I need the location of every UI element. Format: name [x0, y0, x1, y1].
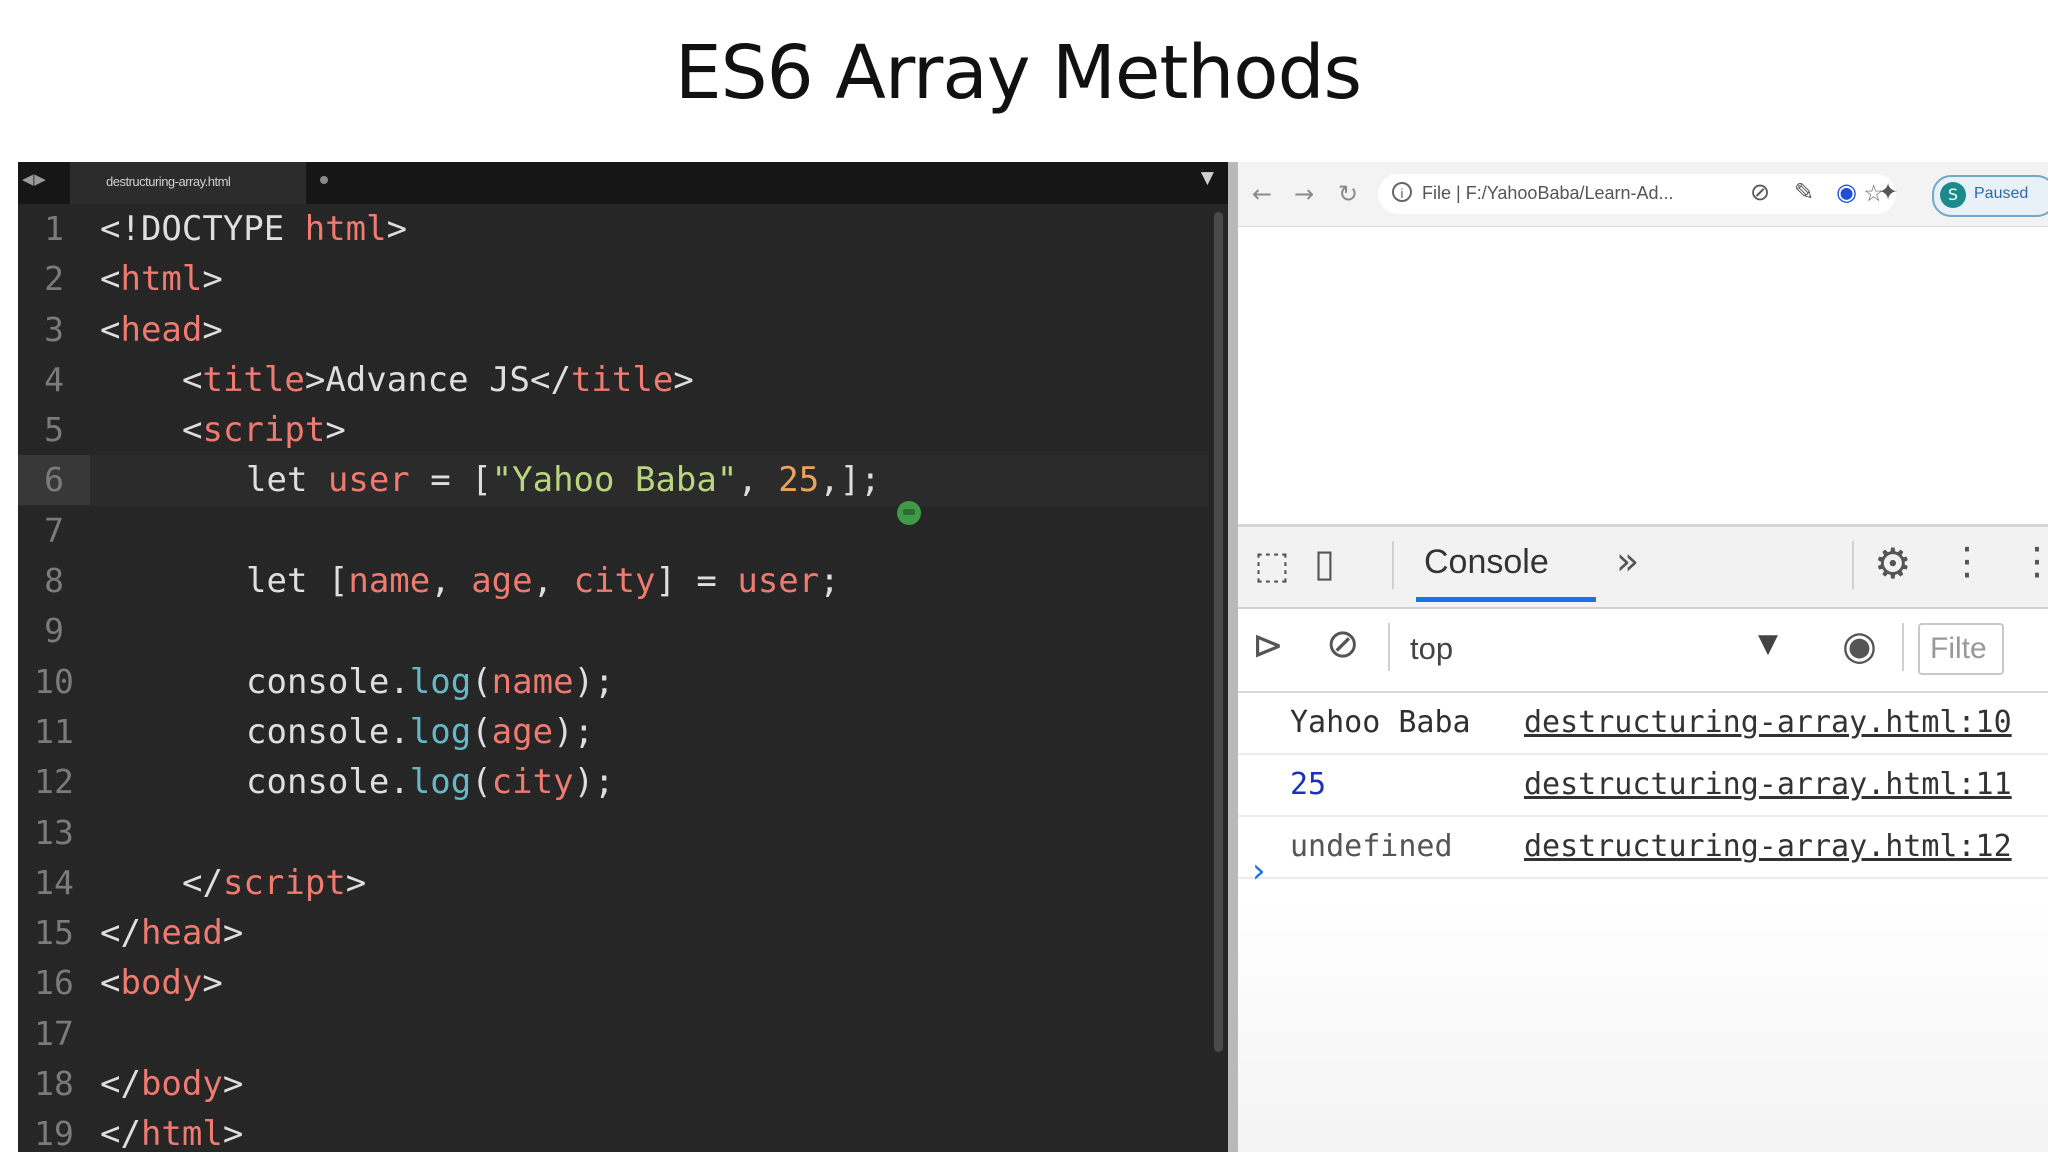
- browser-toolbar: ← → ↻ i File | F:/YahooBaba/Learn-Ad... …: [1238, 162, 2048, 227]
- editor-tab[interactable]: destructuring-array.html: [70, 162, 328, 204]
- line-number: 8: [44, 561, 64, 601]
- extension-icon[interactable]: ⊘: [1750, 178, 1770, 206]
- code-line: 4 <title>Advance JS</title>: [18, 355, 1208, 405]
- code-line: 11 console.log(age);: [18, 707, 1208, 757]
- code-line: 19 </html>: [18, 1109, 1208, 1152]
- code-line: 3 <head>: [18, 305, 1208, 355]
- line-number: 11: [34, 711, 74, 751]
- code-line: 12 console.log(city);: [18, 757, 1208, 807]
- code-editor: ◀ ▶ destructuring-array.html ▼ 1 <!DOCTYP…: [18, 162, 1228, 1152]
- back-icon[interactable]: ←: [1252, 180, 1272, 208]
- chevron-down-icon[interactable]: ▼: [1758, 629, 1778, 659]
- eyedropper-icon[interactable]: ✎: [1794, 178, 1814, 206]
- line-number: 7: [44, 510, 64, 550]
- line-number: 17: [34, 1013, 74, 1053]
- console-message: 25 destructuring-array.html:11: [1238, 755, 2048, 817]
- context-selector[interactable]: top: [1410, 631, 1453, 667]
- reload-icon[interactable]: ↻: [1338, 180, 1358, 208]
- code-line: 18 </body>: [18, 1059, 1208, 1109]
- address-bar[interactable]: i File | F:/YahooBaba/Learn-Ad... ☆: [1378, 174, 1896, 214]
- gear-icon[interactable]: ⚙: [1874, 539, 1912, 588]
- line-number: 5: [44, 410, 64, 450]
- avatar: S: [1940, 182, 1966, 208]
- line-number: 3: [44, 309, 64, 349]
- code-line: 14 </script>: [18, 858, 1208, 908]
- clear-console-icon[interactable]: ⊘: [1326, 621, 1360, 667]
- console-message-text: Yahoo Baba: [1290, 705, 1471, 740]
- active-tab-indicator: [1416, 597, 1596, 602]
- browser-window: ← → ↻ i File | F:/YahooBaba/Learn-Ad... …: [1238, 162, 2048, 1152]
- line-number: 6: [18, 455, 90, 506]
- editor-tab-label: destructuring-array.html: [106, 174, 231, 189]
- line-number: 4: [44, 359, 64, 399]
- console-message-text: 25: [1290, 767, 1327, 802]
- forward-icon[interactable]: →: [1294, 180, 1314, 208]
- code-line: 15 </head>: [18, 908, 1208, 958]
- kebab-menu-icon[interactable]: ⋮: [1948, 539, 1986, 583]
- code-line: 5 <script>: [18, 405, 1208, 455]
- line-number: 13: [34, 812, 74, 852]
- console-filter-bar: ⊳ ⊘ top ▼ ◉ Filte: [1238, 609, 2048, 693]
- line-number: 12: [34, 762, 74, 802]
- profile-button[interactable]: S Paused: [1932, 175, 2048, 217]
- slide-title: ES6 Array Methods: [674, 30, 1362, 116]
- line-number: 9: [44, 611, 64, 651]
- console-source-link[interactable]: destructuring-array.html:12: [1524, 829, 2012, 864]
- line-number: 10: [34, 661, 74, 701]
- line-number: 16: [34, 963, 74, 1003]
- code-line: 2 <html>: [18, 254, 1208, 304]
- devtools-panel: ⬚ ▯ Console » ⚙ ⋮ ⋮ ⊳ ⊘ top ▼ ◉ Filte Ya…: [1238, 524, 2048, 1152]
- more-tabs-icon[interactable]: »: [1616, 539, 1639, 583]
- tab-dropdown-icon[interactable]: ▼: [1201, 168, 1214, 188]
- console-source-link[interactable]: destructuring-array.html:11: [1524, 767, 2012, 802]
- editor-tab-bar: ◀ ▶ destructuring-array.html ▼: [18, 162, 1228, 204]
- code-line: 16 <body>: [18, 958, 1208, 1008]
- pane-divider[interactable]: [1228, 162, 1238, 1152]
- sidebar-toggle-icon[interactable]: ⊳: [1252, 623, 1284, 667]
- console-message: Yahoo Baba destructuring-array.html:10: [1238, 693, 2048, 755]
- console-input-area[interactable]: [1238, 897, 2048, 1152]
- code-line: 10 console.log(name);: [18, 657, 1208, 707]
- extension-blue-icon[interactable]: ◉: [1836, 178, 1857, 206]
- console-message-text: undefined: [1290, 829, 1453, 864]
- cursor-indicator-icon: [897, 501, 921, 525]
- tab-close-icon[interactable]: [320, 176, 328, 184]
- device-toolbar-icon[interactable]: ▯: [1314, 541, 1335, 585]
- console-message: undefined destructuring-array.html:12: [1238, 817, 2048, 879]
- devtools-tab-bar: ⬚ ▯ Console » ⚙ ⋮ ⋮: [1238, 527, 2048, 609]
- code-line: 8 let [name, age, city] = user;: [18, 556, 1208, 606]
- line-number: 18: [34, 1064, 74, 1104]
- code-line: 9: [18, 606, 1208, 656]
- filter-input[interactable]: Filte: [1918, 623, 2004, 675]
- code-line: 1 <!DOCTYPE html>: [18, 204, 1208, 254]
- code-area[interactable]: 1 <!DOCTYPE html> 2 <html> 3 <head> 4 <title…: [18, 204, 1208, 1152]
- url-text: File | F:/YahooBaba/Learn-Ad...: [1422, 183, 1674, 203]
- eye-icon[interactable]: ◉: [1842, 623, 1877, 669]
- info-icon[interactable]: i: [1392, 182, 1412, 202]
- editor-scrollbar[interactable]: [1214, 212, 1223, 1052]
- line-number: 19: [34, 1114, 74, 1152]
- code-line: 7: [18, 506, 1208, 556]
- console-source-link[interactable]: destructuring-array.html:10: [1524, 705, 2012, 740]
- code-line: 17: [18, 1009, 1208, 1059]
- line-number: 1: [44, 209, 64, 248]
- console-prompt-icon: ›: [1252, 851, 1266, 891]
- tab-nav-arrows-icon[interactable]: ◀ ▶: [22, 170, 46, 188]
- close-devtools-icon[interactable]: ⋮: [2018, 539, 2048, 583]
- inspect-element-icon[interactable]: ⬚: [1254, 543, 1290, 587]
- tab-console[interactable]: Console: [1424, 543, 1549, 582]
- line-number: 15: [34, 913, 74, 953]
- puzzle-icon[interactable]: ✦: [1878, 178, 1898, 206]
- line-number: 14: [34, 862, 74, 902]
- code-line: 13: [18, 808, 1208, 858]
- code-line-current: 6 let user = ["Yahoo Baba", 25,];: [18, 455, 1208, 506]
- line-number: 2: [44, 259, 64, 299]
- profile-status: Paused: [1974, 185, 2029, 202]
